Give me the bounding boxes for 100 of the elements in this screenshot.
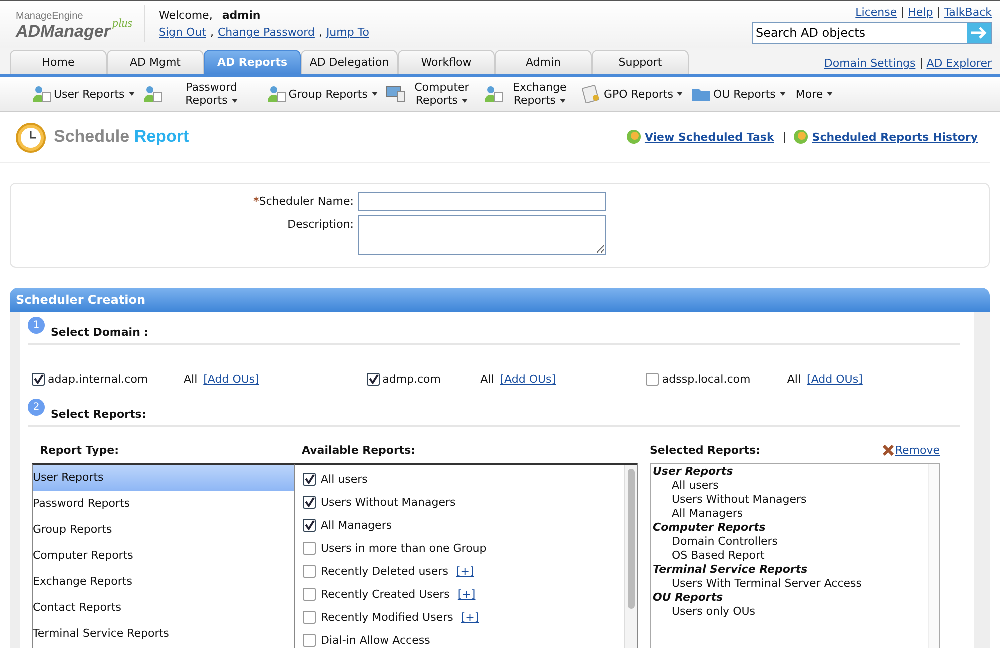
report-checkbox[interactable] — [303, 565, 316, 578]
field-label: *Scheduler Name: — [252, 194, 355, 208]
nav-tab[interactable]: Workflow — [398, 50, 495, 74]
add-ous-link[interactable]: [Add OUs] — [204, 373, 260, 386]
nav-tab[interactable]: Support — [592, 50, 689, 74]
users-icon — [32, 85, 52, 103]
report-checkbox[interactable] — [303, 634, 316, 647]
group-title: User Reports — [653, 465, 734, 479]
column-heading: Report Type: — [40, 444, 119, 456]
header-link[interactable]: Sign Out — [159, 26, 206, 39]
selected-report[interactable]: Domain Controllers — [653, 535, 926, 549]
nav-tab[interactable]: AD Delegation — [301, 50, 398, 74]
report-type-item[interactable]: Contact Reports — [33, 595, 294, 621]
report-checkbox[interactable] — [303, 473, 316, 486]
report-checkbox[interactable] — [303, 496, 316, 509]
domain-checkbox[interactable] — [366, 373, 380, 386]
report-type-item[interactable]: Computer Reports — [33, 543, 294, 569]
domain-scope: All — [184, 373, 198, 386]
report-type-item[interactable]: Password Reports — [33, 491, 294, 517]
panel-title: Scheduler Creation — [16, 293, 146, 307]
schedule-icon — [626, 129, 642, 145]
nav-tab[interactable]: AD Mgmt — [107, 50, 204, 74]
header-link[interactable]: Jump To — [326, 26, 370, 39]
separator: , — [318, 26, 322, 39]
report-checkbox[interactable] — [303, 542, 316, 555]
selected-report[interactable]: Users Without Managers — [653, 493, 926, 507]
report-type-item[interactable]: Exchange Reports — [33, 569, 294, 595]
report-menu[interactable]: Exchange Reports — [504, 81, 576, 107]
domain-scope: All — [480, 373, 494, 386]
header-link[interactable]: TalkBack — [944, 6, 992, 19]
settings-link[interactable]: AD Explorer — [926, 57, 992, 70]
report-name: Recently Created Users — [321, 588, 450, 601]
add-ous-link[interactable]: [Add OUs] — [807, 373, 863, 386]
group-title: OU Reports — [653, 591, 724, 605]
scrollbar-track[interactable] — [928, 464, 939, 648]
selected-report[interactable]: Users With Terminal Server Access — [653, 577, 926, 591]
domain-name: admp.com — [382, 373, 442, 386]
domain-checkbox[interactable] — [32, 373, 45, 386]
group-title: Computer Reports — [653, 521, 767, 535]
group-title: Terminal Service Reports — [653, 563, 809, 577]
page-link[interactable]: View Scheduled Task — [644, 130, 774, 144]
step-number: 1 — [28, 317, 45, 334]
page-title: Schedule Report — [54, 127, 190, 147]
report-type-item[interactable]: Group Reports — [33, 517, 294, 543]
report-checkbox[interactable] — [303, 519, 316, 532]
report-menu[interactable]: Computer Reports — [406, 81, 478, 107]
report-menu[interactable]: User Reports — [52, 88, 137, 100]
report-menu[interactable]: GPO Reports — [602, 88, 686, 100]
scrollbar-thumb[interactable] — [628, 469, 634, 609]
report-type-item[interactable]: User Reports — [33, 465, 294, 491]
domain-scope: All — [787, 373, 802, 386]
report-menu[interactable]: Password Reports — [162, 81, 261, 107]
computer-icon — [386, 85, 406, 103]
report-name: Users Without Managers — [321, 496, 456, 509]
page-link[interactable]: Scheduled Reports History — [812, 130, 978, 144]
users-icon — [266, 85, 287, 103]
report-menu[interactable]: More — [794, 88, 836, 100]
step-number: 2 — [28, 399, 45, 416]
expand-link[interactable]: [+] — [456, 565, 474, 578]
schedule-icon — [793, 129, 810, 145]
selected-report[interactable]: Users only OUs — [653, 605, 926, 619]
header-link[interactable]: Help — [908, 6, 934, 19]
description-field[interactable] — [358, 215, 606, 255]
domain-name: adap.internal.com — [48, 373, 150, 386]
report-checkbox[interactable] — [303, 611, 316, 624]
domain-name: adssp.local.com — [662, 373, 752, 386]
nav-tab[interactable]: Home — [10, 50, 107, 74]
selected-report[interactable]: All users — [653, 479, 926, 493]
step-title: Select Domain : — [51, 326, 149, 339]
add-ous-link[interactable]: [Add OUs] — [500, 373, 556, 386]
users-icon — [142, 85, 163, 103]
name-field[interactable] — [358, 192, 606, 211]
domain-checkbox[interactable] — [646, 373, 660, 386]
selected-report[interactable]: OS Based Report — [653, 549, 926, 563]
separator: , — [210, 26, 214, 39]
report-name: All users — [321, 473, 368, 486]
report-name: All Managers — [321, 519, 392, 532]
expand-link[interactable]: [+] — [458, 588, 476, 601]
report-name: Recently Deleted users — [321, 565, 448, 578]
clock-icon — [14, 120, 48, 154]
report-name: Users in more than one Group — [321, 542, 487, 555]
header-link[interactable]: License — [856, 6, 898, 19]
step-title: Select Reports: — [51, 408, 146, 421]
selected-report[interactable]: All Managers — [653, 507, 926, 521]
close-icon — [883, 444, 894, 456]
field-label: Description: — [286, 217, 355, 231]
report-menu[interactable]: Group Reports — [286, 88, 380, 100]
document-icon — [582, 85, 602, 103]
report-checkbox[interactable] — [303, 588, 316, 601]
settings-link[interactable]: Domain Settings — [824, 57, 916, 70]
report-name: Dial-in Allow Access — [321, 634, 430, 647]
nav-tab[interactable]: Admin — [495, 50, 592, 74]
remove-link[interactable]: Remove — [883, 444, 940, 456]
header-link[interactable]: Change Password — [218, 26, 315, 39]
report-name: Recently Modified Users — [321, 611, 454, 624]
welcome-text: Welcome, — [159, 9, 213, 22]
column-heading: Selected Reports: — [650, 444, 761, 456]
expand-link[interactable]: [+] — [461, 611, 480, 624]
report-menu[interactable]: OU Reports — [711, 88, 788, 100]
report-type-item[interactable]: Terminal Service Reports — [33, 621, 294, 647]
